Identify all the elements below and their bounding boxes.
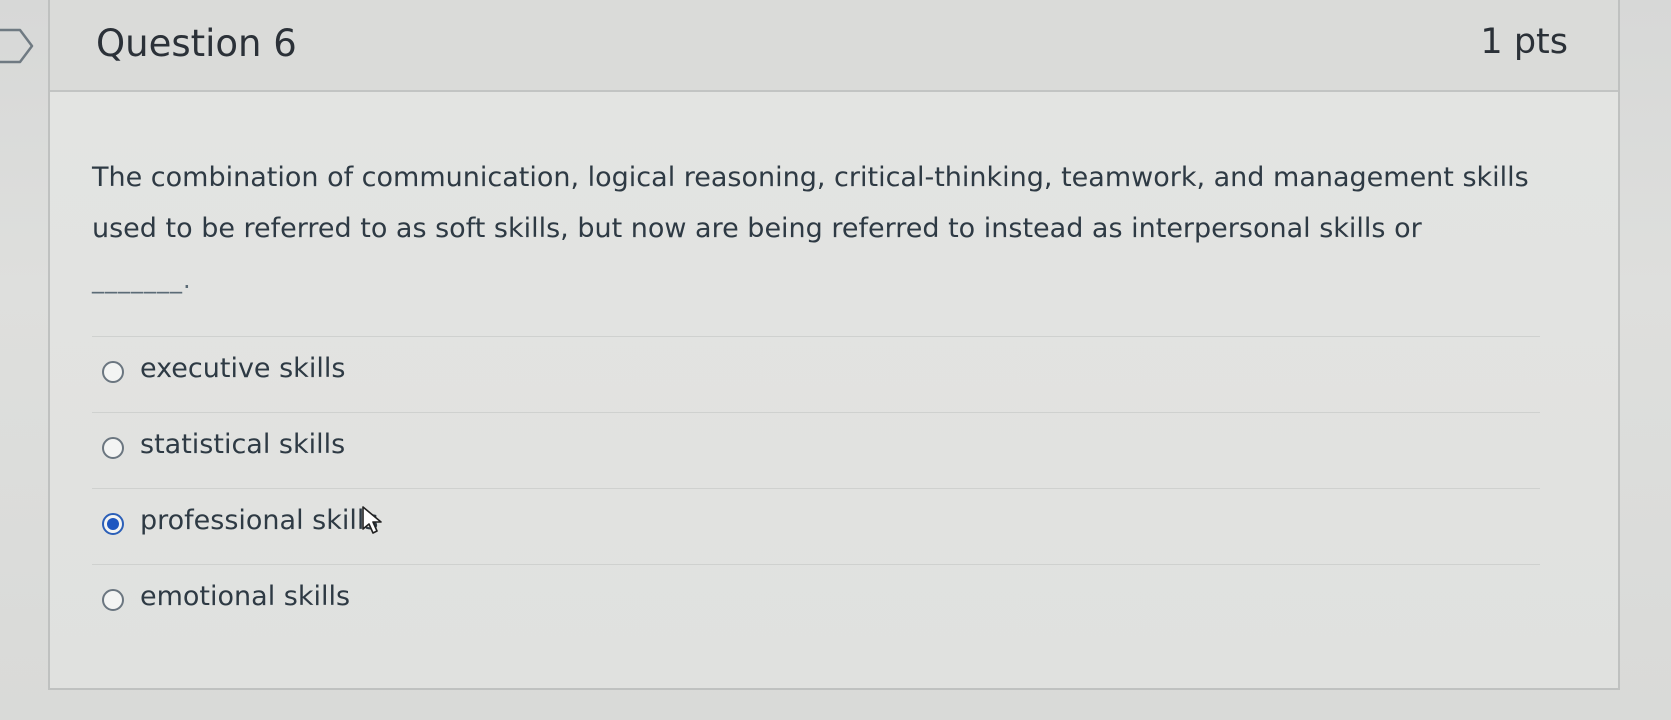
pointer-cursor-icon [362,506,382,534]
answer-label[interactable]: statistical skills [140,429,345,460]
answer-blank: _______. [92,266,192,294]
flag-outline-icon[interactable] [0,26,36,66]
question-text: The combination of communication, logica… [92,152,1582,306]
question-header: Question 6 1 pts [50,0,1618,92]
question-body: The combination of communication, logica… [50,92,1618,688]
question-card: Question 6 1 pts The combination of comm… [48,0,1620,690]
question-title: Question 6 [96,22,297,65]
radio-button[interactable] [102,437,124,459]
answer-label[interactable]: emotional skills [140,581,350,612]
question-prompt: The combination of communication, logica… [92,162,1529,244]
answer-option-professional-skills[interactable]: professional skills [92,488,1540,564]
radio-button-selected[interactable] [102,513,124,535]
answer-list: executive skills statistical skills prof… [50,336,1618,640]
answer-option-executive-skills[interactable]: executive skills [92,336,1540,412]
question-points: 1 pts [1480,22,1568,62]
answer-label[interactable]: executive skills [140,353,345,384]
answer-option-statistical-skills[interactable]: statistical skills [92,412,1540,488]
radio-button[interactable] [102,361,124,383]
radio-button[interactable] [102,589,124,611]
answer-option-emotional-skills[interactable]: emotional skills [92,564,1540,640]
answer-label[interactable]: professional skills [140,505,378,536]
quiz-page: Question 6 1 pts The combination of comm… [0,0,1671,720]
